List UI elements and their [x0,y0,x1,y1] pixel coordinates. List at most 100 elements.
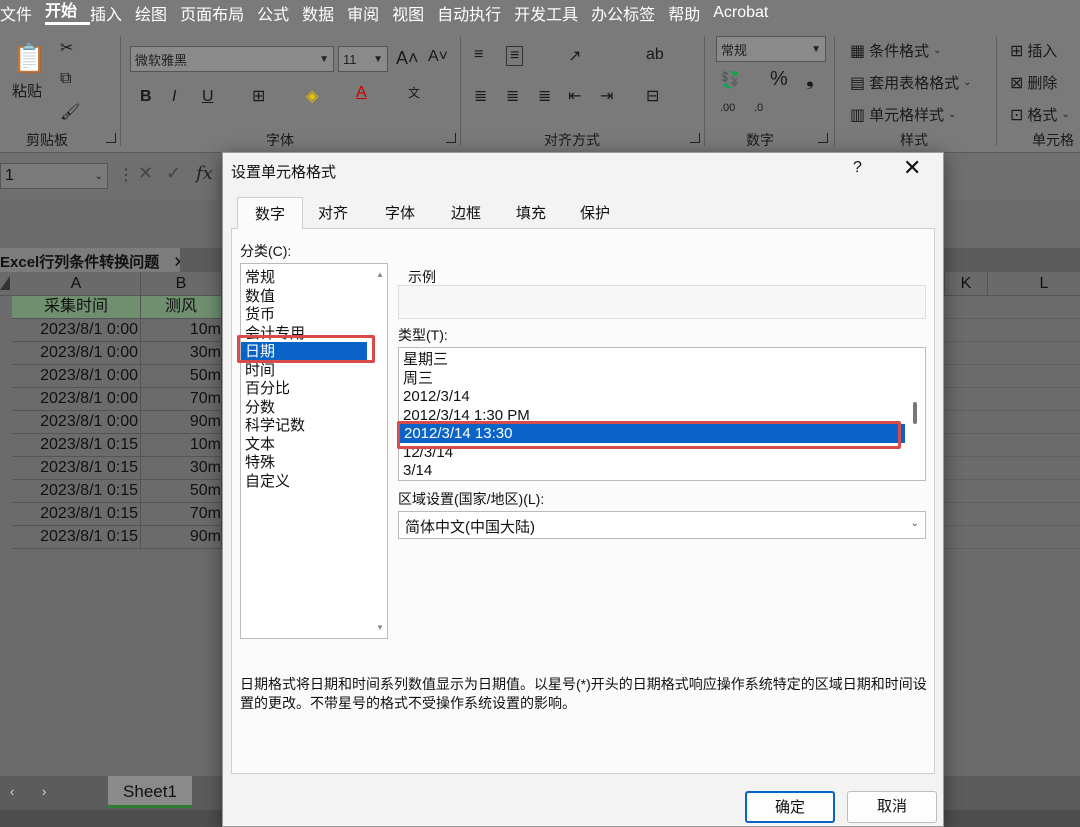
category-item[interactable]: 货币 [245,305,367,324]
conditional-format-button[interactable]: ▦ 条件格式 ⌄ [850,40,942,61]
sheet-tab[interactable]: Sheet1 [108,776,192,808]
category-item[interactable]: 时间 [245,361,367,380]
cell-wind[interactable]: 30m [141,342,222,365]
category-item[interactable]: 文本 [245,435,367,454]
increase-decimal-icon[interactable]: .00 [720,102,735,114]
tab-protection[interactable]: 保护 [563,197,627,229]
menu-formulas[interactable]: 公式 [257,1,302,25]
header-cell-wind[interactable]: 测风 [141,296,222,319]
help-icon[interactable]: ? [853,159,862,177]
comma-icon[interactable]: ❟ [806,68,814,91]
menu-help[interactable]: 帮助 [668,1,713,25]
cell-time[interactable]: 2023/8/1 0:15 [12,503,141,526]
decrease-indent-icon[interactable]: ⇤ [568,86,581,106]
type-item[interactable]: 12/3/14 [403,443,907,462]
font-name-combo[interactable]: 微软雅黑 ▼ [130,46,334,72]
increase-font-icon[interactable]: A˄ [396,48,419,69]
name-box[interactable]: 1 ⌄ [0,163,108,189]
tab-number[interactable]: 数字 [237,197,303,229]
ok-button[interactable]: 确定 [745,791,835,823]
tab-alignment[interactable]: 对齐 [303,197,363,229]
cell-wind[interactable]: 50m [141,480,222,503]
percent-icon[interactable]: % [770,68,788,91]
type-item[interactable]: 3/14 [403,461,907,480]
type-item[interactable]: 2012/3/14 1:30 PM [403,406,907,425]
category-item[interactable]: 分数 [245,398,367,417]
cell-wind[interactable]: 30m [141,457,222,480]
cancel-icon[interactable]: ✕ [138,163,153,184]
align-middle-icon[interactable]: ≡ [506,46,524,66]
underline-icon[interactable]: U [202,88,214,106]
menu-review[interactable]: 审阅 [347,1,392,25]
decrease-decimal-icon[interactable]: .0 [754,102,763,114]
header-cell-time[interactable]: 采集时间 [12,296,141,319]
close-icon[interactable]: ✕ [903,155,921,181]
tab-border[interactable]: 边框 [433,197,499,229]
copy-icon[interactable]: ⧉ [60,70,71,88]
cancel-button[interactable]: 取消 [847,791,937,823]
prev-sheet-icon[interactable]: ‹ [10,784,14,799]
orientation-icon[interactable]: ↗ [568,46,581,66]
increase-indent-icon[interactable]: ⇥ [600,86,613,106]
format-button[interactable]: ⊡ 格式 ⌄ [1010,104,1070,125]
cell-time[interactable]: 2023/8/1 0:00 [12,319,141,342]
cell-time[interactable]: 2023/8/1 0:15 [12,480,141,503]
cell-time[interactable]: 2023/8/1 0:15 [12,434,141,457]
category-item[interactable]: 数值 [245,287,367,306]
type-list[interactable]: 星期三 周三 2012/3/14 2012/3/14 1:30 PM 2012/3/14… [398,347,926,481]
menu-home[interactable]: 开始 [45,2,91,25]
align-launcher-icon[interactable] [690,133,700,143]
type-item[interactable]: 周三 [403,369,907,388]
next-sheet-icon[interactable]: › [42,784,46,799]
menu-draw[interactable]: 绘图 [135,1,180,25]
merge-icon[interactable]: ⊟ [646,86,659,106]
italic-icon[interactable]: I [172,88,176,106]
cell-styles-button[interactable]: ▥ 单元格样式 ⌄ [850,104,957,125]
clipboard-launcher-icon[interactable] [106,133,116,143]
category-item[interactable]: 日期 [241,342,367,361]
menu-data[interactable]: 数据 [302,1,347,25]
number-launcher-icon[interactable] [818,133,828,143]
type-item[interactable]: 2012/3/14 [403,387,907,406]
phonetic-icon[interactable]: 文 [408,84,420,101]
cell-time[interactable]: 2023/8/1 0:00 [12,388,141,411]
close-icon[interactable]: ✕ [173,254,180,271]
wrap-text-icon[interactable]: ab [646,46,664,64]
cell-wind[interactable]: 70m [141,503,222,526]
category-item[interactable]: 自定义 [245,472,367,491]
column-header-k[interactable]: K [944,272,988,296]
workbook-tab[interactable]: Excel行列条件转换问题 ✕ [0,248,180,272]
menu-developer[interactable]: 开发工具 [514,1,591,25]
paste-button[interactable]: 粘贴 [12,80,42,101]
format-as-table-button[interactable]: ▤ 套用表格格式 ⌄ [850,72,972,93]
align-center-icon[interactable]: ≣ [506,86,519,106]
font-color-icon[interactable]: A [356,84,367,102]
cell-wind[interactable]: 10m [141,434,222,457]
align-top-icon[interactable]: ≡ [474,46,483,64]
select-all-icon[interactable] [0,276,10,290]
insert-button[interactable]: ⊞ 插入 [1010,40,1057,61]
bold-icon[interactable]: B [140,88,152,106]
paste-icon[interactable]: 📋 [12,42,47,75]
cut-icon[interactable]: ✂ [60,38,73,58]
font-launcher-icon[interactable] [446,133,456,143]
cell-time[interactable]: 2023/8/1 0:15 [12,457,141,480]
delete-button[interactable]: ⊠ 删除 [1010,72,1057,93]
menu-file[interactable]: 文件 [0,1,45,25]
column-header-b[interactable]: B [141,272,222,296]
menu-page-layout[interactable]: 页面布局 [180,1,257,25]
tab-fill[interactable]: 填充 [499,197,563,229]
cell-time[interactable]: 2023/8/1 0:00 [12,411,141,434]
category-item[interactable]: 常规 [245,268,367,287]
scroll-down-icon[interactable]: ▼ [376,623,384,632]
cell-wind[interactable]: 90m [141,411,222,434]
type-list-scroll-thumb[interactable] [913,402,917,424]
function-icon[interactable]: fx [196,163,213,184]
align-right-icon[interactable]: ≣ [538,86,551,106]
column-header-l[interactable]: L [1008,272,1080,296]
menu-automate[interactable]: 自动执行 [437,1,514,25]
cell-time[interactable]: 2023/8/1 0:00 [12,365,141,388]
cell-wind[interactable]: 70m [141,388,222,411]
menu-insert[interactable]: 插入 [90,1,135,25]
category-item[interactable]: 百分比 [245,379,367,398]
